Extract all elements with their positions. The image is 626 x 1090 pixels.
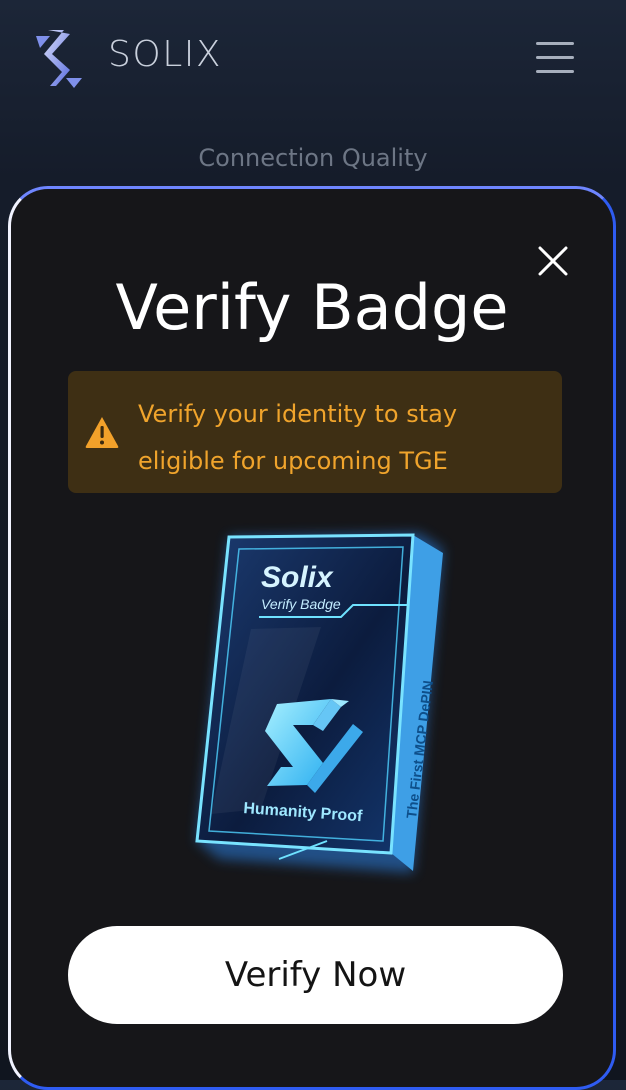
modal-title: Verify Badge bbox=[115, 271, 509, 344]
menu-line-bottom bbox=[536, 70, 574, 73]
badge-subtitle-text: Verify Badge bbox=[261, 596, 341, 612]
menu-line-middle bbox=[536, 56, 574, 59]
verify-badge-card-image: Solix Verify Badge Humanity Proof The Fi… bbox=[195, 533, 443, 873]
menu-button[interactable] bbox=[532, 38, 578, 78]
connection-quality-label: Connection Quality bbox=[198, 144, 428, 172]
badge-brand-text: Solix bbox=[261, 561, 334, 594]
warning-banner: Verify your identity to stay eligible fo… bbox=[68, 371, 562, 493]
verify-badge-modal: Verify Badge Verify your identity to sta… bbox=[8, 186, 616, 1090]
solix-logo-icon bbox=[36, 30, 82, 88]
app-logo-text: SOLIX bbox=[108, 34, 223, 75]
menu-line-top bbox=[536, 42, 574, 45]
warning-text: Verify your identity to stay eligible fo… bbox=[138, 400, 458, 475]
app-header: SOLIX bbox=[0, 0, 626, 120]
warning-triangle-icon bbox=[85, 417, 119, 448]
verify-now-button[interactable]: Verify Now bbox=[68, 926, 563, 1024]
